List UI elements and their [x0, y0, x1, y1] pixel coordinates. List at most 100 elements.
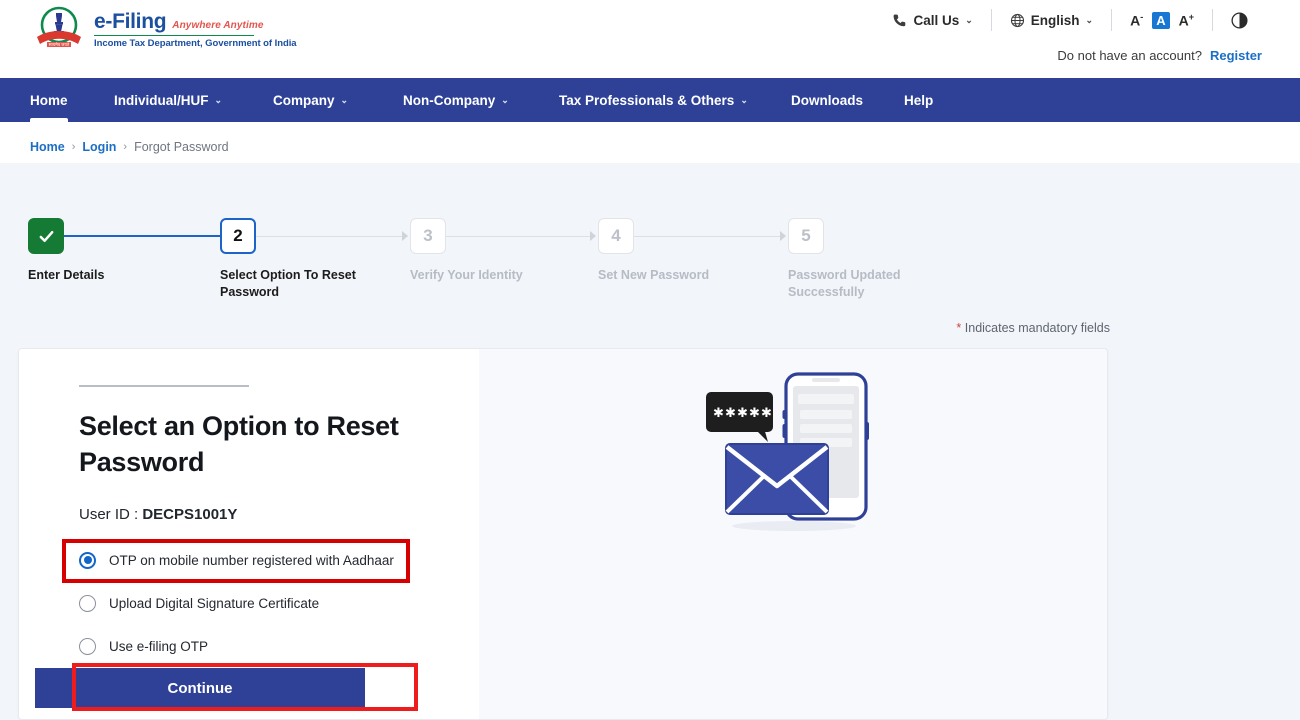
nav-label: Help — [904, 93, 933, 108]
nav-item-non-company[interactable]: Non-Company ⌄ — [403, 78, 509, 122]
mandatory-note-text: Indicates mandatory fields — [961, 321, 1110, 335]
breadcrumb: Home › Login › Forgot Password — [30, 140, 229, 154]
progress-stepper: Enter Details 2 Select Option To Reset P… — [28, 218, 1098, 308]
mandatory-fields-note: * Indicates mandatory fields — [956, 321, 1110, 335]
font-normal-button[interactable]: A — [1152, 12, 1169, 29]
check-icon — [37, 227, 56, 246]
top-utility-header: सत्यमेव जयते e-Filing Anywhere Anytime I… — [0, 0, 1300, 78]
contrast-toggle-icon[interactable] — [1213, 12, 1262, 29]
reset-password-card: Select an Option to Reset Password User … — [18, 348, 1108, 720]
step-1-enter-details[interactable]: Enter Details — [28, 218, 218, 284]
nav-item-tax-professionals-others[interactable]: Tax Professionals & Others ⌄ — [559, 78, 748, 122]
page-title: Select an Option to Reset Password — [79, 409, 419, 480]
site-logo[interactable]: सत्यमेव जयते e-Filing Anywhere Anytime I… — [33, 4, 297, 52]
step-connector-arrow-3-4 — [590, 231, 596, 241]
nav-label: Individual/HUF — [114, 93, 209, 108]
svg-text:✱: ✱ — [761, 405, 772, 420]
breadcrumb-item-login[interactable]: Login — [82, 140, 116, 154]
otp-mobile-email-illustration: ✱✱✱ ✱✱ — [694, 364, 894, 539]
radio-option-digital-signature[interactable]: Upload Digital Signature Certificate — [79, 588, 437, 618]
step-4-label: Set New Password — [598, 267, 758, 284]
logo-divider — [94, 35, 254, 36]
chevron-down-icon: ⌄ — [965, 15, 973, 26]
step-4-indicator: 4 — [598, 218, 634, 254]
nav-item-help[interactable]: Help — [904, 78, 933, 122]
font-size-controls: A- A A+ — [1112, 12, 1212, 29]
nav-label: Non-Company — [403, 93, 495, 108]
phone-icon — [892, 13, 907, 28]
svg-text:✱: ✱ — [713, 405, 724, 420]
step-1-indicator — [28, 218, 64, 254]
step-3-indicator: 3 — [410, 218, 446, 254]
brand-tagline: Anywhere Anytime — [172, 20, 263, 31]
utility-bar: Call Us ⌄ English ⌄ A — [874, 9, 1262, 31]
step-2-select-option[interactable]: 2 Select Option To Reset Password — [220, 218, 410, 301]
radio-option-efiling-otp[interactable]: Use e-filing OTP — [79, 631, 437, 661]
nav-label: Tax Professionals & Others — [559, 93, 734, 108]
brand-name: e-Filing — [94, 10, 166, 34]
user-id-label: User ID : — [79, 506, 142, 523]
step-connector-4-5 — [634, 236, 780, 237]
breadcrumb-separator: › — [123, 141, 127, 153]
step-3-label: Verify Your Identity — [410, 267, 570, 284]
nav-item-individual-huf[interactable]: Individual/HUF ⌄ — [114, 78, 222, 122]
radio-button[interactable] — [79, 638, 96, 655]
chevron-down-icon: ⌄ — [215, 95, 223, 106]
radio-option-label: Use e-filing OTP — [109, 639, 208, 654]
nav-label: Downloads — [791, 93, 863, 108]
step-4-set-new-password: 4 Set New Password — [598, 218, 788, 284]
breadcrumb-item-forgot-password: Forgot Password — [134, 140, 228, 154]
svg-text:✱: ✱ — [749, 405, 760, 420]
nav-item-downloads[interactable]: Downloads — [791, 78, 863, 122]
svg-text:सत्यमेव जयते: सत्यमेव जयते — [49, 42, 70, 47]
chevron-down-icon: ⌄ — [501, 95, 509, 106]
india-national-emblem-icon: सत्यमेव जयते — [33, 4, 85, 52]
main-navigation: Home Individual/HUF ⌄ Company ⌄ Non-Comp… — [0, 78, 1300, 122]
svg-text:✱: ✱ — [725, 405, 736, 420]
language-label: English — [1031, 13, 1080, 28]
radio-button-selected[interactable] — [79, 552, 96, 569]
breadcrumb-item-home[interactable]: Home — [30, 140, 65, 154]
nav-item-home[interactable]: Home — [30, 78, 68, 122]
page-root: सत्यमेव जयते e-Filing Anywhere Anytime I… — [0, 0, 1300, 720]
chevron-down-icon: ⌄ — [740, 95, 748, 106]
step-connector-2-3 — [256, 236, 402, 237]
user-id-value: DECPS1001Y — [142, 506, 237, 523]
nav-label: Company — [273, 93, 335, 108]
call-us-menu[interactable]: Call Us ⌄ — [874, 13, 990, 28]
nav-item-company[interactable]: Company ⌄ — [273, 78, 348, 122]
step-5-password-updated: 5 Password Updated Successfully — [788, 218, 978, 301]
step-connector-1-2 — [64, 235, 232, 237]
step-connector-arrow-2-3 — [402, 231, 408, 241]
globe-icon — [1010, 13, 1025, 28]
step-3-verify-identity: 3 Verify Your Identity — [410, 218, 600, 284]
breadcrumb-separator: › — [72, 141, 76, 153]
step-connector-arrow-4-5 — [780, 231, 786, 241]
step-2-indicator: 2 — [220, 218, 256, 254]
chevron-down-icon: ⌄ — [1086, 15, 1094, 26]
radio-button[interactable] — [79, 595, 96, 612]
register-link[interactable]: Register — [1210, 48, 1262, 63]
card-left-panel: Select an Option to Reset Password User … — [19, 349, 479, 719]
step-connector-3-4 — [446, 236, 590, 237]
language-menu[interactable]: English ⌄ — [992, 13, 1111, 28]
account-prompt-text: Do not have an account? — [1057, 48, 1202, 63]
user-id-row: User ID : DECPS1001Y — [79, 506, 437, 523]
title-rule-divider — [79, 385, 249, 387]
department-name: Income Tax Department, Government of Ind… — [94, 38, 297, 49]
continue-button[interactable]: Continue — [35, 668, 365, 708]
reset-option-radio-group: OTP on mobile number registered with Aad… — [79, 545, 437, 661]
step-5-indicator: 5 — [788, 218, 824, 254]
radio-option-aadhaar-otp[interactable]: OTP on mobile number registered with Aad… — [79, 545, 437, 575]
logo-wordmark: e-Filing Anywhere Anytime Income Tax Dep… — [94, 8, 297, 49]
register-prompt: Do not have an account? Register — [1057, 48, 1262, 63]
step-2-label: Select Option To Reset Password — [220, 267, 380, 301]
radio-option-label: Upload Digital Signature Certificate — [109, 596, 319, 611]
font-increase-button[interactable]: A+ — [1179, 13, 1194, 28]
step-1-label: Enter Details — [28, 267, 188, 284]
step-5-label: Password Updated Successfully — [788, 267, 948, 301]
font-decrease-button[interactable]: A- — [1130, 13, 1143, 28]
call-us-label: Call Us — [913, 13, 959, 28]
chevron-down-icon: ⌄ — [341, 95, 349, 106]
svg-text:✱: ✱ — [737, 405, 748, 420]
